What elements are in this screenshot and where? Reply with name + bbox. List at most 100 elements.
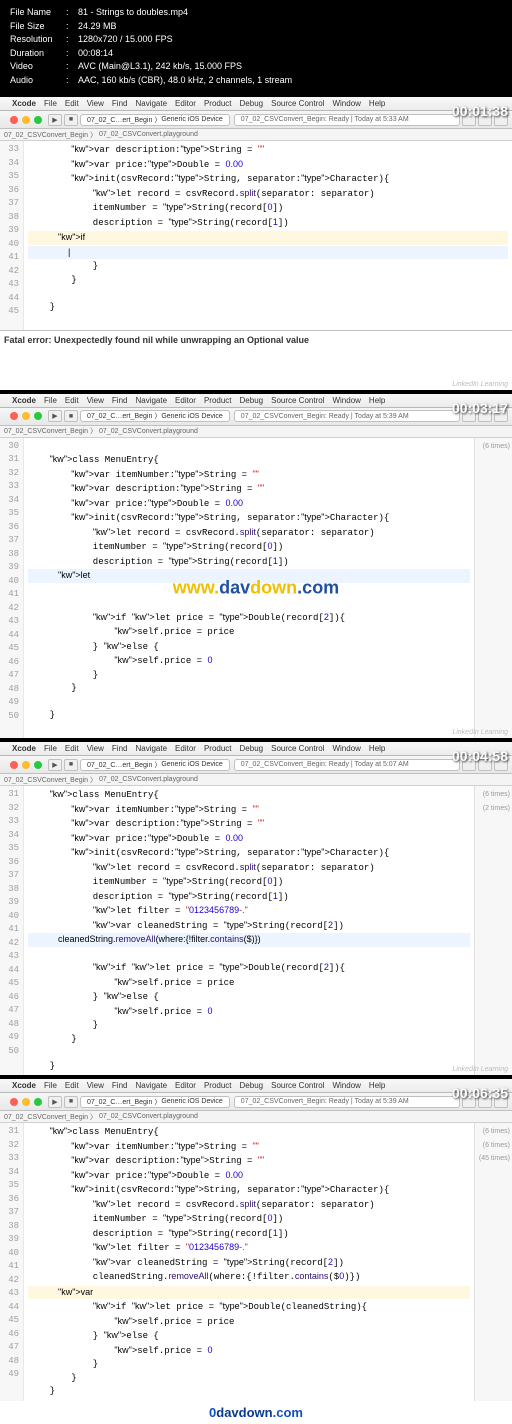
stop-button[interactable]: ■ bbox=[64, 114, 78, 126]
menu-item[interactable]: Navigate bbox=[135, 1081, 167, 1090]
code-area[interactable]: "kw">var description:"type">String = "" … bbox=[24, 141, 512, 330]
scheme-selector[interactable]: 07_02_C…ert_Begin 〉Generic iOS Device bbox=[80, 114, 230, 126]
menu-item[interactable]: Editor bbox=[175, 396, 196, 405]
menu-item[interactable]: Window bbox=[332, 99, 360, 108]
menu-item[interactable]: Debug bbox=[240, 396, 264, 405]
code-area[interactable]: "kw">class MenuEntry{ "kw">var itemNumbe… bbox=[24, 1123, 474, 1401]
run-button[interactable]: ▶ bbox=[48, 410, 62, 422]
menu-item[interactable]: Help bbox=[369, 396, 385, 405]
scheme-selector[interactable]: 07_02_C…ert_Begin 〉Generic iOS Device bbox=[80, 1096, 230, 1108]
menu-item[interactable]: File bbox=[44, 1081, 57, 1090]
window-controls bbox=[4, 113, 48, 127]
menu-item[interactable]: Editor bbox=[175, 744, 196, 753]
jump-bar[interactable]: 07_02_CSVConvert_Begin 〉 07_02_CSVConver… bbox=[0, 774, 512, 786]
jump-bar[interactable]: 07_02_CSVConvert_Begin 〉 07_02_CSVConver… bbox=[0, 1111, 512, 1123]
menubar[interactable]: Xcode File Edit View Find Navigate Edito… bbox=[0, 1079, 512, 1093]
menu-item[interactable]: Help bbox=[369, 744, 385, 753]
minimize-icon[interactable] bbox=[22, 761, 30, 769]
menu-item[interactable]: Help bbox=[369, 99, 385, 108]
menu-item[interactable]: View bbox=[87, 99, 104, 108]
menu-xcode[interactable]: Xcode bbox=[12, 744, 36, 753]
menu-item[interactable]: Editor bbox=[175, 99, 196, 108]
menu-item[interactable]: File bbox=[44, 396, 57, 405]
jump-bar[interactable]: 07_02_CSVConvert_Begin 〉 07_02_CSVConver… bbox=[0, 426, 512, 438]
menu-item[interactable]: Product bbox=[204, 99, 232, 108]
editor[interactable]: 30 31 32 33 34 35 36 37 38 39 40 41 42 4… bbox=[0, 438, 512, 739]
menu-item[interactable]: Find bbox=[112, 744, 128, 753]
menu-xcode[interactable]: Xcode bbox=[12, 1081, 36, 1090]
menu-item[interactable]: Edit bbox=[65, 744, 79, 753]
jump-item[interactable]: 07_02_CSVConvert.playground bbox=[99, 131, 198, 138]
menubar[interactable]: Xcode File Edit View Find Navigate Edito… bbox=[0, 394, 512, 408]
editor[interactable]: 31 32 33 34 35 36 37 38 39 40 41 42 43 4… bbox=[0, 1123, 512, 1401]
menu-xcode[interactable]: Xcode bbox=[12, 396, 36, 405]
jump-item[interactable]: 07_02_CSVConvert_Begin 〉 bbox=[4, 130, 97, 140]
run-button[interactable]: ▶ bbox=[48, 114, 62, 126]
menubar[interactable]: Xcode File Edit View Find Navigate Edito… bbox=[0, 742, 512, 756]
menu-item[interactable]: Edit bbox=[65, 1081, 79, 1090]
stop-button[interactable]: ■ bbox=[64, 759, 78, 771]
code-area[interactable]: "kw">class MenuEntry{ "kw">var itemNumbe… bbox=[24, 438, 474, 739]
provider-watermark: LinkedIn Learning bbox=[452, 381, 508, 388]
menu-item[interactable]: Window bbox=[332, 744, 360, 753]
close-icon[interactable] bbox=[10, 116, 18, 124]
editor[interactable]: 33 34 35 36 37 38 39 40 41 42 43 44 45 "… bbox=[0, 141, 512, 330]
menu-item[interactable]: Source Control bbox=[271, 744, 324, 753]
scheme-selector[interactable]: 07_02_C…ert_Begin 〉Generic iOS Device bbox=[80, 410, 230, 422]
menu-item[interactable]: Product bbox=[204, 744, 232, 753]
jump-item[interactable]: 07_02_CSVConvert_Begin 〉 bbox=[4, 1112, 97, 1122]
menu-item[interactable]: Debug bbox=[240, 99, 264, 108]
menubar[interactable]: Xcode File Edit View Find Navigate Edito… bbox=[0, 97, 512, 111]
menu-item[interactable]: Source Control bbox=[271, 1081, 324, 1090]
menu-item[interactable]: Product bbox=[204, 1081, 232, 1090]
menu-item[interactable]: Find bbox=[112, 99, 128, 108]
jump-item[interactable]: 07_02_CSVConvert.playground bbox=[99, 776, 198, 783]
zoom-icon[interactable] bbox=[34, 412, 42, 420]
menu-item[interactable]: Navigate bbox=[135, 99, 167, 108]
menu-item[interactable]: Debug bbox=[240, 1081, 264, 1090]
menu-item[interactable]: View bbox=[87, 396, 104, 405]
menu-item[interactable]: View bbox=[87, 744, 104, 753]
menu-item[interactable]: Find bbox=[112, 1081, 128, 1090]
menu-item[interactable]: Navigate bbox=[135, 396, 167, 405]
jump-item[interactable]: 07_02_CSVConvert_Begin 〉 bbox=[4, 426, 97, 436]
menu-item[interactable]: Product bbox=[204, 396, 232, 405]
menu-item[interactable]: Debug bbox=[240, 744, 264, 753]
close-icon[interactable] bbox=[10, 1098, 18, 1106]
menu-item[interactable]: Help bbox=[369, 1081, 385, 1090]
menu-item[interactable]: Find bbox=[112, 396, 128, 405]
jump-item[interactable]: 07_02_CSVConvert_Begin 〉 bbox=[4, 775, 97, 785]
menu-item[interactable]: View bbox=[87, 1081, 104, 1090]
zoom-icon[interactable] bbox=[34, 116, 42, 124]
stop-button[interactable]: ■ bbox=[64, 1096, 78, 1108]
menu-item[interactable]: Edit bbox=[65, 396, 79, 405]
menu-item[interactable]: Source Control bbox=[271, 99, 324, 108]
close-icon[interactable] bbox=[10, 761, 18, 769]
editor[interactable]: 31 32 33 34 35 36 37 38 39 40 41 42 43 4… bbox=[0, 786, 512, 1075]
minimize-icon[interactable] bbox=[22, 1098, 30, 1106]
menu-item[interactable]: Edit bbox=[65, 99, 79, 108]
minimize-icon[interactable] bbox=[22, 116, 30, 124]
xcode-window-1: 00:01:38 Xcode File Edit View Find Navig… bbox=[0, 97, 512, 390]
zoom-icon[interactable] bbox=[34, 1098, 42, 1106]
menu-item[interactable]: Window bbox=[332, 1081, 360, 1090]
minimize-icon[interactable] bbox=[22, 412, 30, 420]
menu-item[interactable]: Source Control bbox=[271, 396, 324, 405]
run-button[interactable]: ▶ bbox=[48, 759, 62, 771]
jump-bar[interactable]: 07_02_CSVConvert_Begin 〉 07_02_CSVConver… bbox=[0, 129, 512, 141]
menu-item[interactable]: File bbox=[44, 744, 57, 753]
menu-item[interactable]: Navigate bbox=[135, 744, 167, 753]
scheme-selector[interactable]: 07_02_C…ert_Begin 〉Generic iOS Device bbox=[80, 759, 230, 771]
code-area[interactable]: "kw">class MenuEntry{ "kw">var itemNumbe… bbox=[24, 786, 474, 1075]
menu-item[interactable]: Editor bbox=[175, 1081, 196, 1090]
close-icon[interactable] bbox=[10, 412, 18, 420]
jump-item[interactable]: 07_02_CSVConvert.playground bbox=[99, 428, 198, 435]
menu-item[interactable]: File bbox=[44, 99, 57, 108]
run-button[interactable]: ▶ bbox=[48, 1096, 62, 1108]
menu-item[interactable]: Window bbox=[332, 396, 360, 405]
zoom-icon[interactable] bbox=[34, 761, 42, 769]
stop-button[interactable]: ■ bbox=[64, 410, 78, 422]
console[interactable]: Fatal error: Unexpectedly found nil whil… bbox=[0, 330, 512, 390]
menu-xcode[interactable]: Xcode bbox=[12, 99, 36, 108]
jump-item[interactable]: 07_02_CSVConvert.playground bbox=[99, 1113, 198, 1120]
